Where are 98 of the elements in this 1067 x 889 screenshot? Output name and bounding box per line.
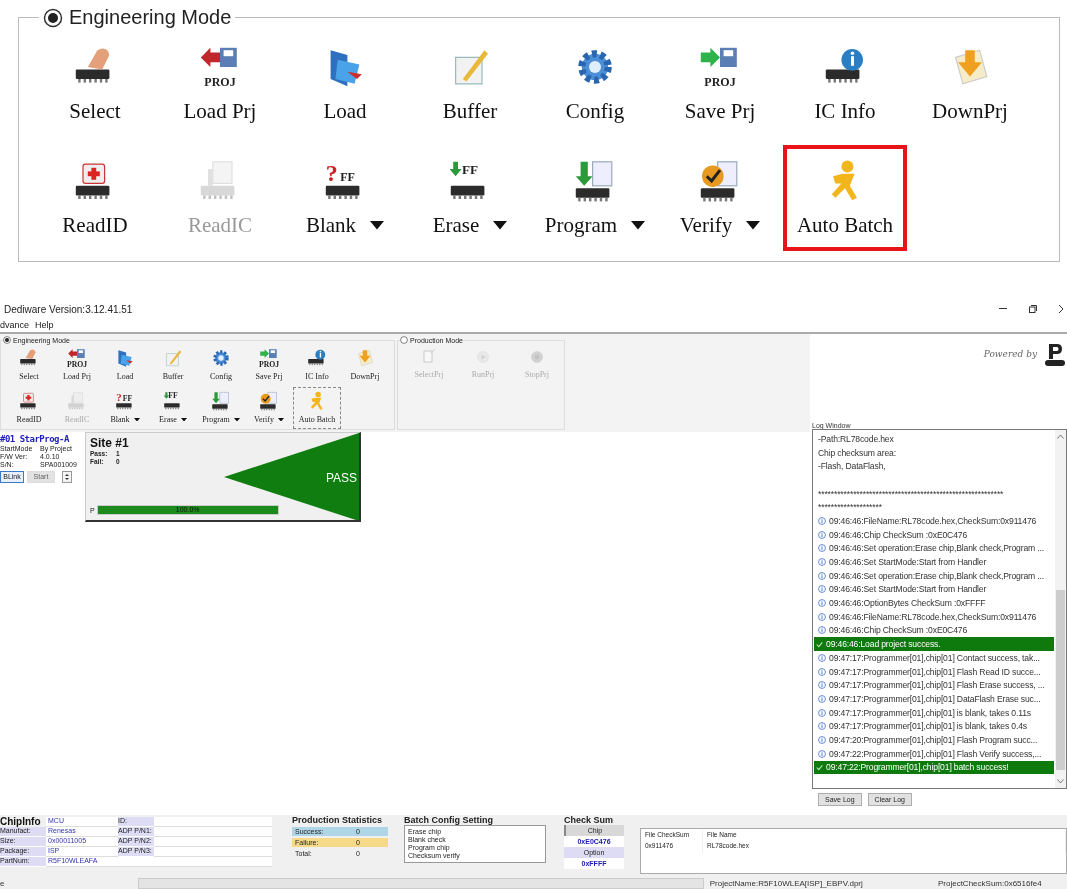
status-text: e: [0, 878, 6, 889]
check-icon: [816, 640, 823, 648]
info-icon: [818, 544, 826, 553]
scrollbar[interactable]: [1055, 430, 1066, 788]
toolbar-button[interactable]: ReadID: [33, 145, 157, 251]
toolbar-button[interactable]: PROJ Save Prj: [245, 344, 293, 386]
toolbar-button[interactable]: Buffer: [149, 344, 197, 386]
toolbar-button[interactable]: Auto Batch: [783, 145, 907, 251]
info-icon: [818, 612, 826, 621]
info-icon: [818, 667, 826, 676]
minimize-icon[interactable]: [999, 308, 1007, 310]
scroll-down-icon[interactable]: [1057, 779, 1064, 784]
toolbar-button[interactable]: Program: [197, 387, 245, 429]
log-entry: 09:46:46:Chip CheckSum :0xE0C476: [814, 623, 1054, 638]
toolbar-button[interactable]: Verify: [245, 387, 293, 429]
toolbar-button[interactable]: Buffer: [408, 31, 532, 137]
toolbar-button[interactable]: PROJ Save Prj: [658, 31, 782, 137]
check-icon: [816, 763, 823, 771]
log-entry: -Flash, DataFlash,: [817, 460, 887, 474]
info-icon: [818, 626, 826, 635]
toolbar-button[interactable]: Auto Batch: [293, 387, 341, 429]
section-title: Batch Config Setting: [404, 815, 494, 825]
chip-info-title: ChipInfo: [0, 817, 42, 827]
programmer-name: #01 StarProg-A: [0, 434, 70, 444]
info-icon: [818, 694, 826, 703]
toolbar-button[interactable]: ?FF Blank: [283, 145, 407, 251]
window-title: Dediware Version:3.12.41.51: [4, 303, 133, 315]
radio-button[interactable]: [3, 336, 11, 344]
toolbar-button[interactable]: Program: [533, 145, 657, 251]
log-entry: 09:46:46:Chip CheckSum :0xE0C476: [814, 527, 1054, 542]
toolbar-button[interactable]: IC Info: [783, 31, 907, 137]
log-entry: 09:46:46:Set operation:Erase chip,Blank check,Program ...: [814, 541, 1054, 556]
scroll-up-icon[interactable]: [1057, 434, 1064, 439]
log-entry: **********************************************************: [817, 487, 1005, 501]
log-entry: 09:47:20:Programmer[01],chip[01] Flash Program succ...: [814, 733, 1054, 747]
log-entry: 09:47:22:Programmer[01],chip[01] batch success!: [814, 760, 1054, 775]
log-entry: 09:47:17:Programmer[01],chip[01] Flash Erase success, ...: [814, 678, 1054, 693]
log-entry: 09:46:46:Load project success.: [814, 637, 1054, 651]
log-entry: 09:46:46:Set StartMode:Start from Handler: [814, 582, 1054, 597]
log-entry: 09:47:17:Programmer[01],chip[01] Contact success, tak...: [814, 651, 1054, 665]
close-icon[interactable]: [1059, 305, 1063, 313]
log-entry: 09:47:17:Programmer[01],chip[01] DataFlash Erase suc...: [814, 692, 1054, 706]
result-text: PASS: [325, 471, 357, 485]
toolbar-button[interactable]: ReadID: [5, 387, 53, 429]
toolbar-button[interactable]: Verify: [658, 145, 782, 251]
log-entry: -Path:RL78code.hex: [817, 432, 895, 446]
toolbar-button[interactable]: Config: [533, 31, 657, 137]
log-entry: 09:47:17:Programmer[01],chip[01] is blank, takes 0.11s: [814, 705, 1054, 720]
toolbar-button[interactable]: ?FF Blank: [101, 387, 149, 429]
menu-item[interactable]: Help: [35, 320, 54, 330]
menu-item[interactable]: dvance: [0, 320, 30, 330]
toolbar-button[interactable]: DownPrj: [341, 344, 389, 386]
toolbar-button[interactable]: Load: [283, 31, 407, 137]
site-title: Site #1: [90, 436, 130, 450]
info-icon: [818, 558, 826, 567]
info-icon: [818, 681, 826, 690]
log-entry: 09:47:17:Programmer[01],chip[01] Flash Read ID succe...: [814, 664, 1054, 679]
log-entry: 09:46:46:FileName:RL78code.hex,CheckSum:0x911476: [814, 514, 1054, 528]
info-icon: [818, 735, 826, 744]
toolbar-button[interactable]: PROJ Load Prj: [158, 31, 282, 137]
radio-button[interactable]: [400, 336, 408, 344]
info-icon: [818, 516, 826, 525]
info-icon: [818, 749, 826, 758]
section-title: Production Statistics: [292, 815, 383, 825]
log-entry: ********************: [817, 501, 883, 515]
radio-button[interactable]: [43, 7, 63, 28]
toolbar-button[interactable]: Config: [197, 344, 245, 386]
log-entry: 09:46:46:OptionBytes CheckSum :0xFFFF: [814, 596, 1054, 610]
log-entry: 09:47:22:Programmer[01],chip[01] Flash Verify success,...: [814, 746, 1054, 761]
info-icon: [818, 722, 826, 731]
log-entry: 09:46:46:FileName:RL78code.hex,CheckSum:0x911476: [814, 609, 1054, 624]
toolbar-button[interactable]: PROJ Load Prj: [53, 344, 101, 386]
toolbar-button[interactable]: Select: [33, 31, 157, 137]
info-icon: [818, 585, 826, 594]
info-icon: [818, 599, 826, 608]
toolbar-button[interactable]: Load: [101, 344, 149, 386]
info-icon: [818, 530, 826, 539]
toolbar-button[interactable]: FF Erase: [149, 387, 197, 429]
log-entry: 09:46:46:Set operation:Erase chip,Blank check,Program ...: [814, 568, 1054, 583]
toolbar-button[interactable]: DownPrj: [908, 31, 1032, 137]
project-name: ProjectName:R5F10WLEA[ISP]_EBPV.dprj: [709, 878, 864, 889]
info-icon: [818, 653, 826, 662]
toolbar-button[interactable]: IC Info: [293, 344, 341, 386]
log-entry: Chip checksum area:: [817, 446, 897, 460]
toolbar-button[interactable]: Select: [5, 344, 53, 386]
spinner-icon[interactable]: [62, 471, 72, 483]
toolbar-button[interactable]: FF Erase: [408, 145, 532, 251]
info-icon: [818, 708, 826, 717]
project-checksum: ProjectCheckSum:0x6516fe4: [937, 878, 1043, 889]
config-icon: [210, 347, 232, 369]
powered-by-text: Powered by: [983, 349, 1037, 359]
restore-icon[interactable]: [1029, 305, 1037, 313]
log-entry: 09:47:17:Programmer[01],chip[01] is blank, takes 0.4s: [814, 719, 1054, 734]
section-title: Check Sum: [564, 815, 615, 825]
logo-icon: [1045, 342, 1065, 366]
log-entry: 09:46:46:Set StartMode:Start from Handler: [814, 555, 1054, 569]
mode-label: Engineering Mode: [69, 6, 232, 29]
info-icon: [818, 571, 826, 580]
